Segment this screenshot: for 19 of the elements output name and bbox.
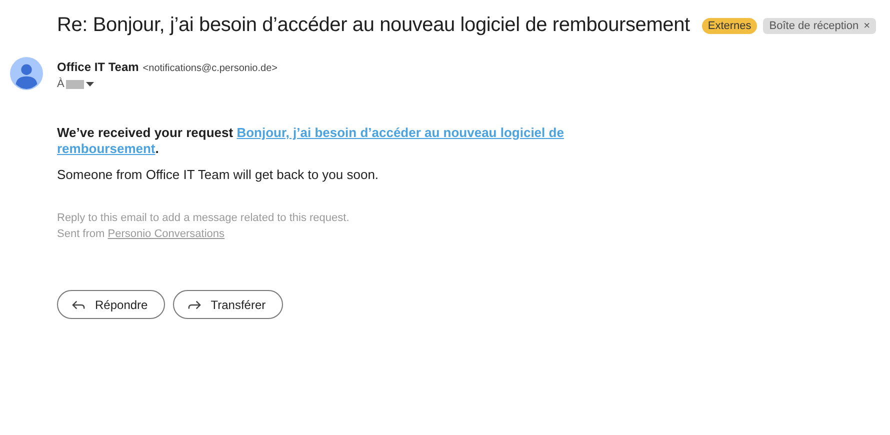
label-text: Boîte de réception	[769, 20, 859, 32]
reply-icon	[72, 300, 85, 310]
label-text: Externes	[708, 20, 752, 32]
sent-from-text: Sent from Personio Conversations	[57, 227, 226, 242]
recipient-prefix: À	[57, 78, 64, 90]
redacted-recipient	[66, 80, 84, 88]
remove-label-button[interactable]: ×	[864, 20, 870, 32]
confirmation-sentence: We’ve received your request Bonjour, j’ai besoin d’accéder au nouveau logiciel de remboursement.	[57, 125, 565, 157]
body-text: Someone from Office IT Team will get back to you soon.	[57, 167, 380, 182]
personio-link[interactable]: Personio Conversations	[108, 228, 225, 240]
footer-note: Reply to this email to add a message related to this request.	[57, 211, 350, 226]
email-subject: Re: Bonjour, j’ai besoin d’accéder au nouveau logiciel de remboursement	[57, 14, 690, 37]
avatar-icon	[10, 57, 43, 90]
sender-name: Office IT Team	[57, 60, 139, 74]
sender-email: <notifications@c.personio.de>	[142, 63, 278, 74]
forward-button[interactable]: Transférer	[172, 290, 283, 319]
caret-icon[interactable]	[86, 82, 94, 86]
forward-icon	[188, 300, 201, 310]
reply-button[interactable]: Répondre	[57, 290, 165, 319]
